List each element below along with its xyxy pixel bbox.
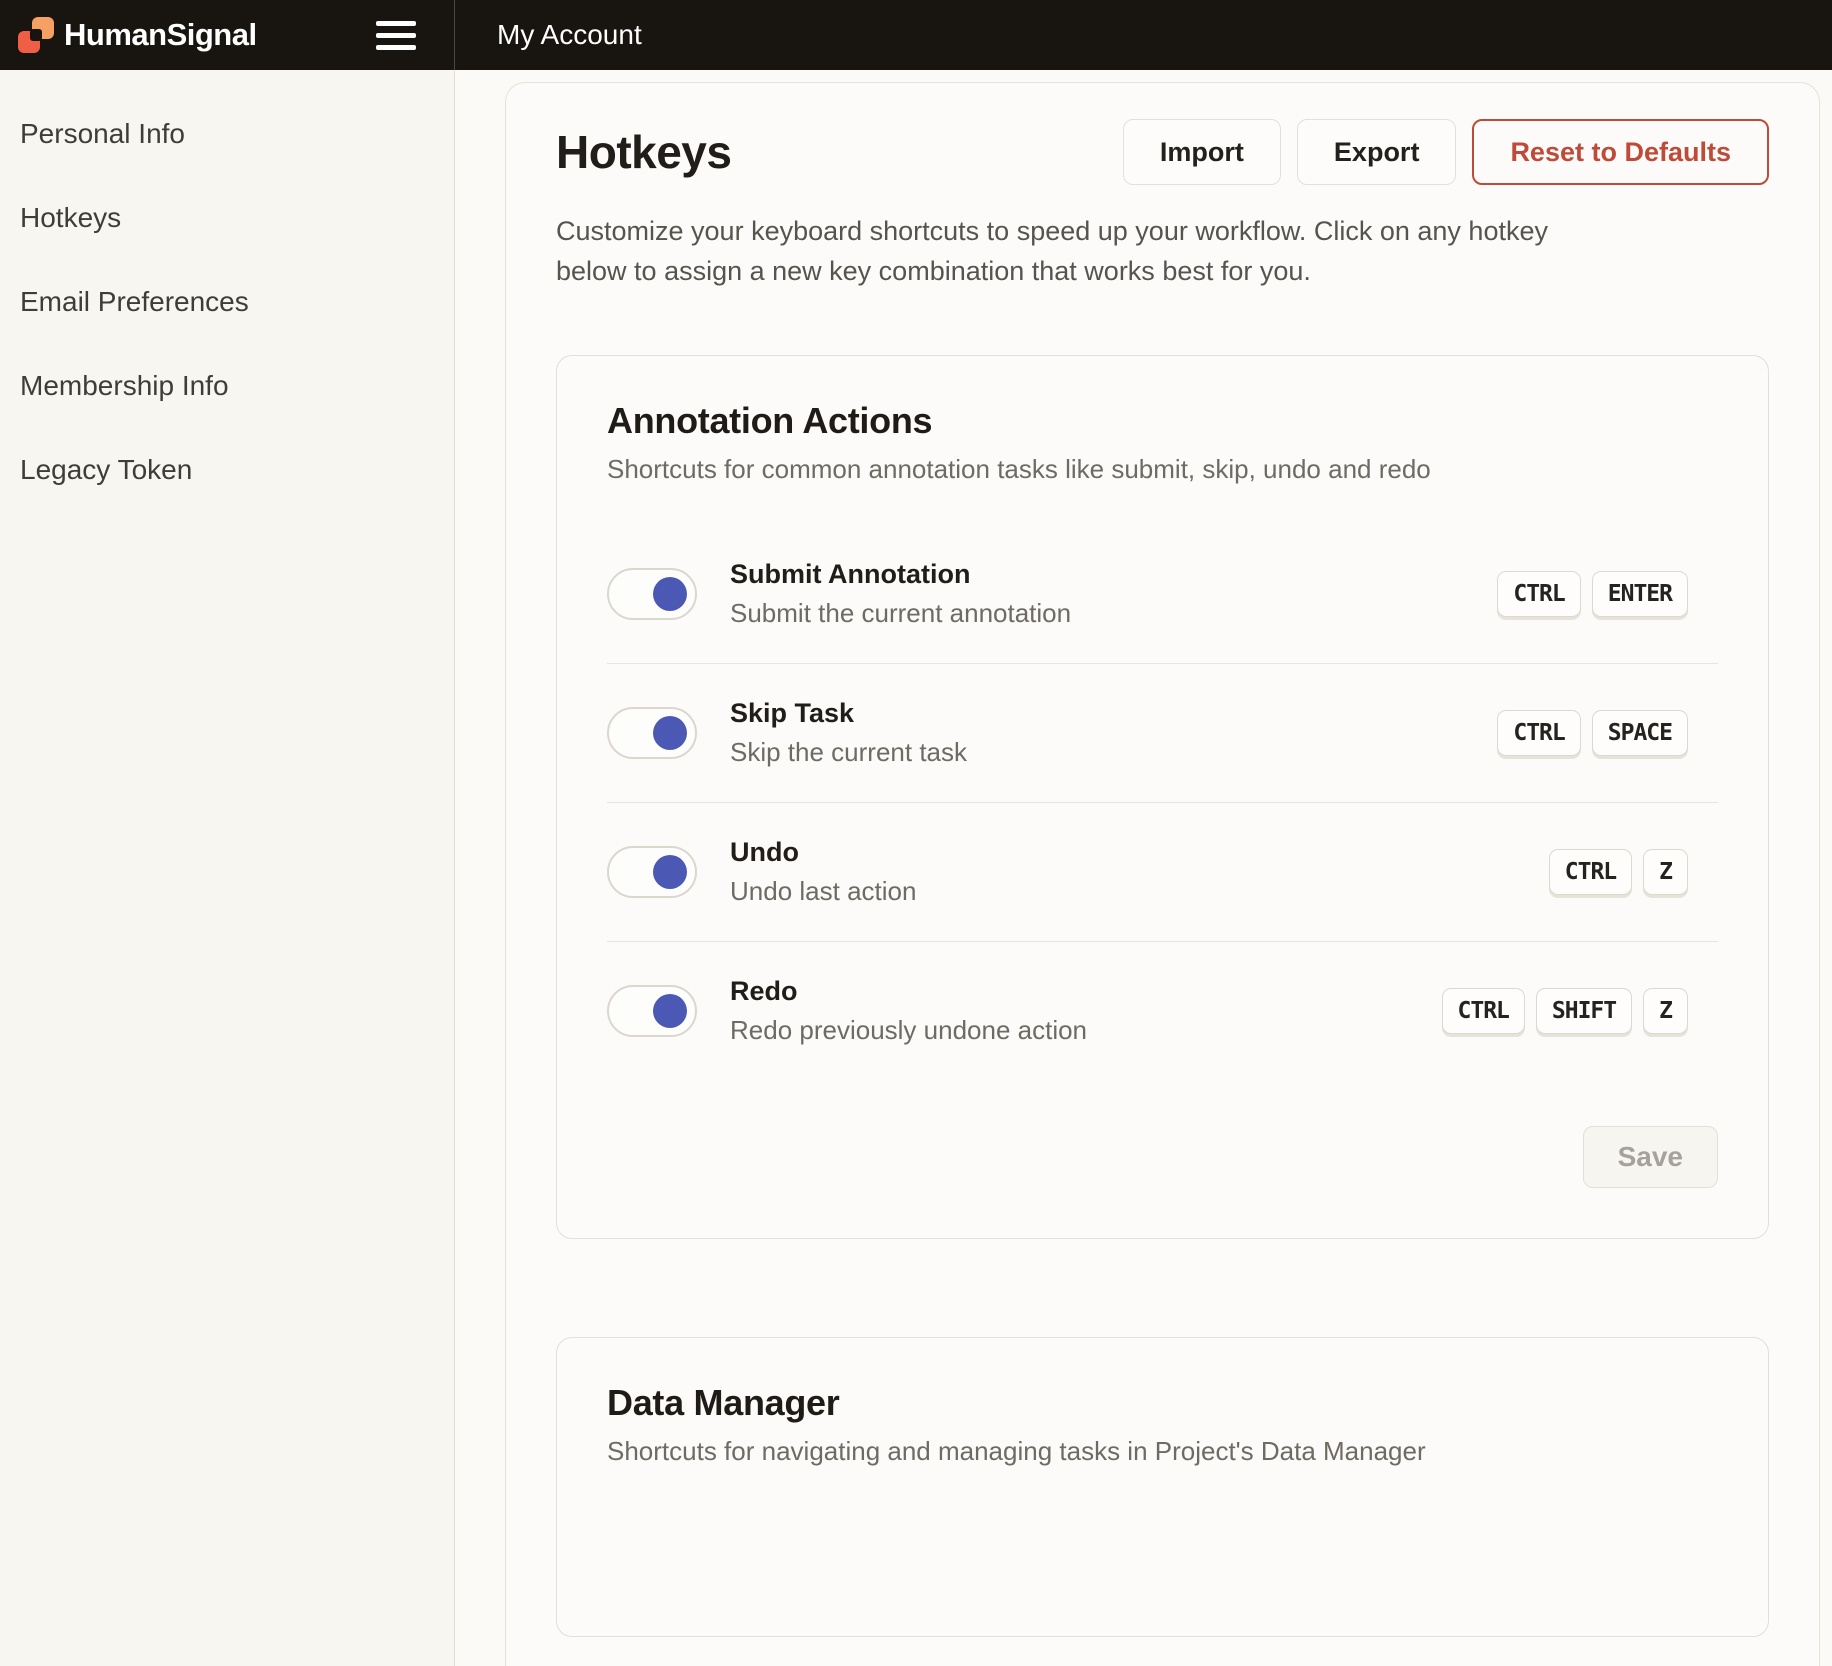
hotkey-chips: CTRL ENTER [1497, 571, 1688, 617]
hotkey-toggle[interactable] [607, 568, 697, 620]
hotkey-toggle[interactable] [607, 846, 697, 898]
hotkey-key-chip[interactable]: Z [1643, 849, 1688, 895]
save-button[interactable]: Save [1583, 1126, 1718, 1188]
sidebar-item-personal-info[interactable]: Personal Info [0, 92, 454, 176]
export-button[interactable]: Export [1297, 119, 1457, 185]
hotkey-row-text: Skip Task Skip the current task [730, 698, 967, 768]
hotkey-chips: CTRL SPACE [1497, 710, 1688, 756]
annotation-actions-section: Annotation Actions Shortcuts for common … [556, 355, 1769, 1239]
brand-logo[interactable]: HumanSignal [18, 17, 257, 53]
hotkey-row-description: Skip the current task [730, 737, 967, 768]
hotkey-chips: CTRLSHIFTZ [1442, 988, 1689, 1034]
hotkey-row-title: Skip Task [730, 698, 967, 729]
topbar-sidebar-section: HumanSignal [0, 0, 455, 70]
header-actions: Import Export Reset to Defaults [1123, 119, 1769, 185]
hotkey-row-description: Submit the current annotation [730, 598, 1071, 629]
hotkey-row-description: Redo previously undone action [730, 1015, 1087, 1046]
humansignal-logo-mark-icon [18, 17, 54, 53]
data-manager-section: Data Manager Shortcuts for navigating an… [556, 1337, 1769, 1637]
section-title: Annotation Actions [607, 400, 1718, 442]
hotkey-row-text: Submit Annotation Submit the current ann… [730, 559, 1071, 629]
hotkey-row: Skip Task Skip the current task CTRL SPAC… [607, 663, 1718, 802]
hamburger-menu-icon[interactable] [376, 21, 416, 50]
app-shell: Personal InfoHotkeysEmail PreferencesMem… [0, 70, 1832, 1666]
top-bar: HumanSignal My Account [0, 0, 1832, 70]
sidebar-item-email-preferences[interactable]: Email Preferences [0, 260, 454, 344]
import-button[interactable]: Import [1123, 119, 1281, 185]
hotkey-row-description: Undo last action [730, 876, 916, 907]
hotkey-key-chip[interactable]: CTRL [1442, 988, 1525, 1034]
hotkey-key-chip[interactable]: CTRL [1549, 849, 1632, 895]
save-row: Save [607, 1126, 1718, 1188]
hotkey-row-title: Undo [730, 837, 916, 868]
page-description: Customize your keyboard shortcuts to spe… [556, 211, 1621, 291]
page-title-topbar: My Account [455, 0, 642, 70]
page-header: Hotkeys Import Export Reset to Defaults [556, 119, 1769, 185]
hotkey-key-chip[interactable]: CTRL [1497, 710, 1580, 756]
hotkey-toggle[interactable] [607, 707, 697, 759]
hotkey-toggle[interactable] [607, 985, 697, 1037]
hotkey-row: Redo Redo previously undone action CTRLS… [607, 941, 1718, 1080]
hotkey-row-title: Redo [730, 976, 1087, 1007]
brand-name: HumanSignal [64, 17, 257, 53]
section-subtitle: Shortcuts for common annotation tasks li… [607, 454, 1718, 485]
hotkey-row: Submit Annotation Submit the current ann… [607, 525, 1718, 663]
hotkey-row: Undo Undo last action CTRLZ [607, 802, 1718, 941]
hotkey-row-text: Redo Redo previously undone action [730, 976, 1087, 1046]
section-subtitle: Shortcuts for navigating and managing ta… [607, 1436, 1718, 1467]
hotkey-row-text: Undo Undo last action [730, 837, 916, 907]
hotkey-row-title: Submit Annotation [730, 559, 1071, 590]
sidebar-item-membership-info[interactable]: Membership Info [0, 344, 454, 428]
hotkey-key-chip[interactable]: SPACE [1592, 710, 1688, 756]
hotkeys-page-card: Hotkeys Import Export Reset to Defaults … [505, 82, 1820, 1666]
hotkey-rows: Submit Annotation Submit the current ann… [607, 525, 1718, 1080]
section-title: Data Manager [607, 1382, 1718, 1424]
account-sidebar: Personal InfoHotkeysEmail PreferencesMem… [0, 70, 455, 1666]
hotkey-key-chip[interactable]: CTRL [1497, 571, 1580, 617]
page-title: Hotkeys [556, 125, 731, 179]
hotkey-key-chip[interactable]: ENTER [1592, 571, 1688, 617]
reset-to-defaults-button[interactable]: Reset to Defaults [1472, 119, 1769, 185]
sidebar-item-hotkeys[interactable]: Hotkeys [0, 176, 454, 260]
hotkey-key-chip[interactable]: Z [1643, 988, 1688, 1034]
sidebar-item-legacy-token[interactable]: Legacy Token [0, 428, 454, 512]
hotkey-chips: CTRLZ [1549, 849, 1688, 895]
main-content: Hotkeys Import Export Reset to Defaults … [455, 70, 1832, 1666]
hotkey-key-chip[interactable]: SHIFT [1536, 988, 1632, 1034]
